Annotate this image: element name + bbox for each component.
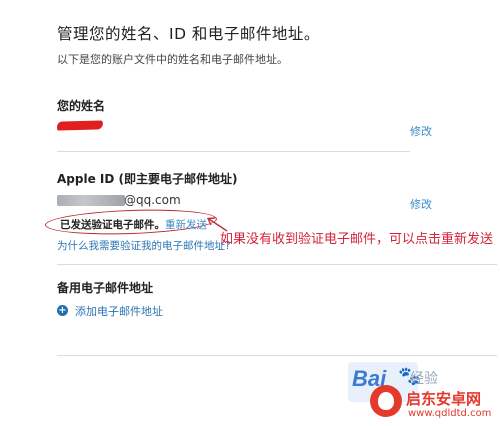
page-subtitle: 以下是您的账户文件中的姓名和电子邮件地址。 <box>57 53 288 66</box>
backup-email-heading: 备用电子邮件地址 <box>57 281 154 295</box>
site-url: www.qdldtd.com <box>408 408 492 419</box>
verification-sent-notice: 已发送验证电子邮件。 <box>60 219 165 231</box>
why-verify-link[interactable]: 为什么我需要验证我的电子邮件地址? <box>57 238 231 253</box>
add-email-link[interactable]: 添加电子邮件地址 <box>75 303 163 319</box>
divider <box>57 151 410 152</box>
redacted-name <box>56 120 104 131</box>
resend-link[interactable]: 重新发送 <box>165 217 207 232</box>
divider <box>57 264 497 265</box>
page-title: 管理您的姓名、ID 和电子邮件地址。 <box>57 25 320 43</box>
baidu-suffix: 经验 <box>410 371 438 387</box>
divider <box>57 355 497 356</box>
annotation-text: 如果没有收到验证电子邮件，可以点击重新发送 <box>220 232 494 247</box>
email-domain: @qq.com <box>124 193 181 207</box>
account-settings-page: 管理您的姓名、ID 和电子邮件地址。 以下是您的账户文件中的姓名和电子邮件地址。… <box>0 0 500 426</box>
name-heading: 您的姓名 <box>57 99 106 113</box>
site-logo-shape <box>378 392 394 410</box>
edit-apple-id-link[interactable]: 修改 <box>410 196 432 212</box>
redacted-email <box>57 195 125 206</box>
apple-id-heading: Apple ID (即主要电子邮件地址) <box>57 172 238 186</box>
edit-name-link[interactable]: 修改 <box>410 123 432 139</box>
add-circle-icon[interactable]: + <box>57 305 68 316</box>
site-name: 启东安卓网 <box>406 390 482 408</box>
